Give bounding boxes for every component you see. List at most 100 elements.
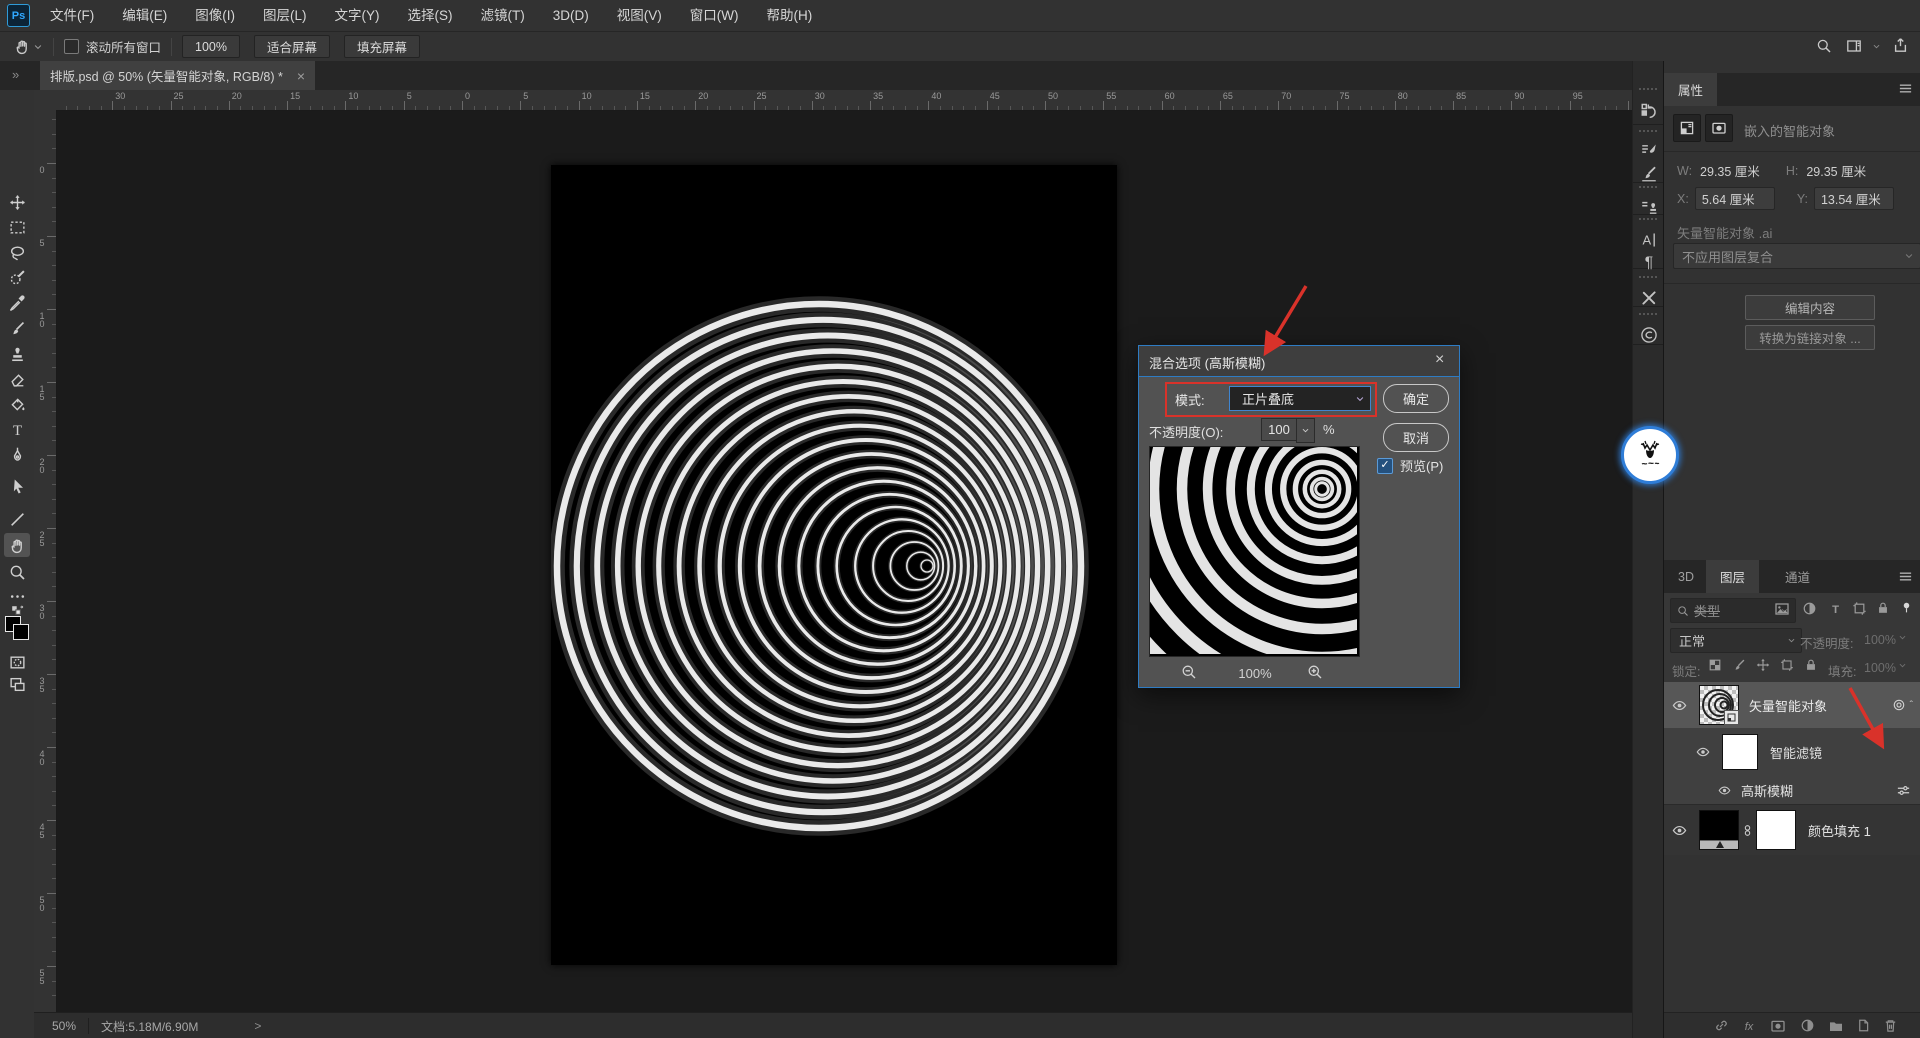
tab-close-icon[interactable]: × — [297, 68, 305, 84]
new-layer-icon[interactable] — [1856, 1018, 1871, 1033]
opacity-dropdown-chevron[interactable] — [1296, 418, 1315, 443]
foreground-background-colors[interactable] — [4, 616, 30, 642]
y-value-field[interactable]: 13.54 厘米 — [1814, 187, 1894, 210]
filter-smart-objects-icon[interactable] — [1876, 601, 1890, 615]
filter-blending-options-icon[interactable] — [1896, 783, 1911, 798]
filter-adjustment-layers-icon[interactable] — [1802, 601, 1817, 616]
convert-to-linked-button[interactable]: 转换为链接对象 ... — [1745, 325, 1875, 350]
layer-mask-thumbnail[interactable] — [1756, 810, 1796, 850]
chevron-down-icon[interactable] — [1898, 633, 1907, 642]
visibility-eye-icon[interactable] — [1718, 784, 1731, 797]
fit-screen-button[interactable]: 适合屏幕 — [254, 35, 330, 58]
lasso-tool[interactable] — [4, 240, 30, 264]
menu-item-7[interactable]: 3D(D) — [539, 0, 603, 31]
visibility-eye-icon[interactable] — [1672, 698, 1687, 713]
move-tool[interactable] — [4, 190, 30, 214]
vertical-ruler[interactable]: 051 01 52 02 53 03 54 04 55 05 5 — [34, 110, 57, 1012]
tab-channels[interactable]: 通道 — [1771, 560, 1824, 593]
menu-item-9[interactable]: 窗口(W) — [676, 0, 753, 31]
panel-drag-handle[interactable] — [1639, 88, 1658, 90]
paint-bucket-tool[interactable] — [4, 392, 30, 416]
layer-row-smart-filters[interactable]: 智能滤镜 — [1664, 728, 1920, 776]
smart-filters-label[interactable]: 智能滤镜 — [1770, 743, 1822, 762]
tab-properties[interactable]: 属性 — [1664, 73, 1717, 106]
filter-shape-layers-icon[interactable] — [1852, 601, 1867, 616]
dialog-titlebar[interactable]: 混合选项 (高斯模糊) × — [1139, 346, 1459, 377]
mask-thumb-icon[interactable] — [1705, 114, 1733, 142]
photoshop-logo[interactable]: Ps — [7, 4, 30, 27]
layer-name[interactable]: 颜色填充 1 — [1808, 821, 1871, 840]
gaussian-blur-label[interactable]: 高斯模糊 — [1741, 781, 1793, 800]
eraser-tool[interactable] — [4, 367, 30, 391]
brush-tool[interactable] — [4, 316, 30, 340]
document-canvas[interactable] — [551, 165, 1117, 965]
workspace-layout-icon[interactable] — [1846, 38, 1862, 54]
fill-value[interactable]: 100% — [1864, 661, 1896, 675]
ok-button[interactable]: 确定 — [1383, 384, 1449, 413]
cancel-button[interactable]: 取消 — [1383, 423, 1449, 452]
preview-checkbox[interactable]: ✓ — [1377, 458, 1393, 474]
filter-type-layers-icon[interactable]: T — [1828, 601, 1843, 616]
layer-style-fx-icon[interactable]: fx — [1741, 1018, 1757, 1034]
menu-item-4[interactable]: 文字(Y) — [321, 0, 394, 31]
paragraph-panel-icon[interactable]: ¶ — [1638, 251, 1659, 272]
brush-settings-panel-icon[interactable] — [1638, 140, 1659, 161]
edit-content-button[interactable]: 编辑内容 — [1745, 295, 1875, 320]
character-panel-icon[interactable]: A — [1638, 229, 1659, 250]
menu-item-6[interactable]: 滤镜(T) — [467, 0, 539, 31]
screen-mode-tool[interactable] — [4, 672, 30, 696]
menu-item-8[interactable]: 视图(V) — [603, 0, 676, 31]
quick-mask-tool[interactable] — [4, 650, 30, 674]
x-value-field[interactable]: 5.64 厘米 — [1695, 187, 1775, 210]
panel-drag-handle[interactable] — [1639, 313, 1658, 315]
layer-name[interactable]: 矢量智能对象 — [1749, 696, 1827, 715]
lock-transparency-icon[interactable] — [1708, 658, 1722, 672]
visibility-eye-icon[interactable] — [1696, 745, 1710, 759]
layer-row-gaussian-blur[interactable]: 高斯模糊 — [1664, 776, 1920, 804]
menu-item-10[interactable]: 帮助(H) — [752, 0, 826, 31]
document-tab[interactable]: 排版.psd @ 50% (矢量智能对象, RGB/8) * × — [40, 61, 315, 90]
zoom-tool[interactable] — [4, 560, 30, 584]
add-mask-icon[interactable] — [1770, 1018, 1786, 1034]
lock-pixels-icon[interactable] — [1732, 658, 1746, 672]
hand-tool[interactable] — [4, 533, 30, 557]
creative-cloud-panel-icon[interactable] — [1638, 324, 1659, 345]
filter-pixel-layers-icon[interactable] — [1774, 601, 1790, 617]
panel-menu-icon[interactable] — [1898, 569, 1913, 584]
tab-overflow-chevrons[interactable]: » — [12, 67, 19, 82]
hand-tool-icon[interactable] — [14, 38, 31, 55]
layer-thumbnail[interactable] — [1699, 685, 1739, 725]
menu-item-5[interactable]: 选择(S) — [394, 0, 467, 31]
menu-item-3[interactable]: 图层(L) — [249, 0, 321, 31]
type-tool[interactable]: T — [4, 417, 30, 441]
fill-screen-button[interactable]: 填充屏幕 — [344, 35, 420, 58]
lock-all-icon[interactable] — [1804, 658, 1818, 672]
background-color-swatch[interactable] — [13, 624, 29, 640]
smart-object-thumb-icon[interactable] — [1673, 114, 1701, 142]
eyedropper-tool[interactable] — [4, 290, 30, 314]
mask-link-icon[interactable] — [1741, 824, 1754, 837]
lock-artboard-icon[interactable] — [1780, 658, 1794, 672]
status-doc-info[interactable]: 文档:5.18M/6.90M — [101, 1018, 198, 1035]
share-icon[interactable] — [1892, 37, 1909, 54]
tab-3d[interactable]: 3D — [1664, 560, 1708, 593]
panel-menu-icon[interactable] — [1898, 81, 1913, 96]
adjustment-layer-icon[interactable] — [1800, 1018, 1815, 1033]
dialog-close-icon[interactable]: × — [1435, 351, 1444, 369]
menu-item-1[interactable]: 编辑(E) — [108, 0, 181, 31]
collapse-chevron-icon[interactable]: ˆ — [1910, 700, 1913, 711]
panel-drag-handle[interactable] — [1639, 186, 1658, 188]
chevron-down-icon[interactable] — [1872, 42, 1881, 51]
chevron-down-icon[interactable] — [1898, 661, 1907, 670]
visibility-eye-icon[interactable] — [1672, 823, 1687, 838]
marquee-tool[interactable] — [4, 215, 30, 239]
preview-zoom-out-icon[interactable] — [1181, 664, 1197, 680]
scroll-all-windows-checkbox[interactable] — [64, 39, 79, 54]
status-zoom-level[interactable]: 50% — [52, 1019, 76, 1033]
layer-comp-select[interactable]: 不应用图层复合 — [1673, 243, 1920, 269]
brushes-panel-icon[interactable] — [1638, 163, 1659, 184]
link-layers-icon[interactable] — [1714, 1018, 1729, 1033]
menu-item-2[interactable]: 图像(I) — [181, 0, 249, 31]
tab-layers[interactable]: 图层 — [1706, 560, 1759, 593]
panel-drag-handle[interactable] — [1639, 130, 1658, 132]
